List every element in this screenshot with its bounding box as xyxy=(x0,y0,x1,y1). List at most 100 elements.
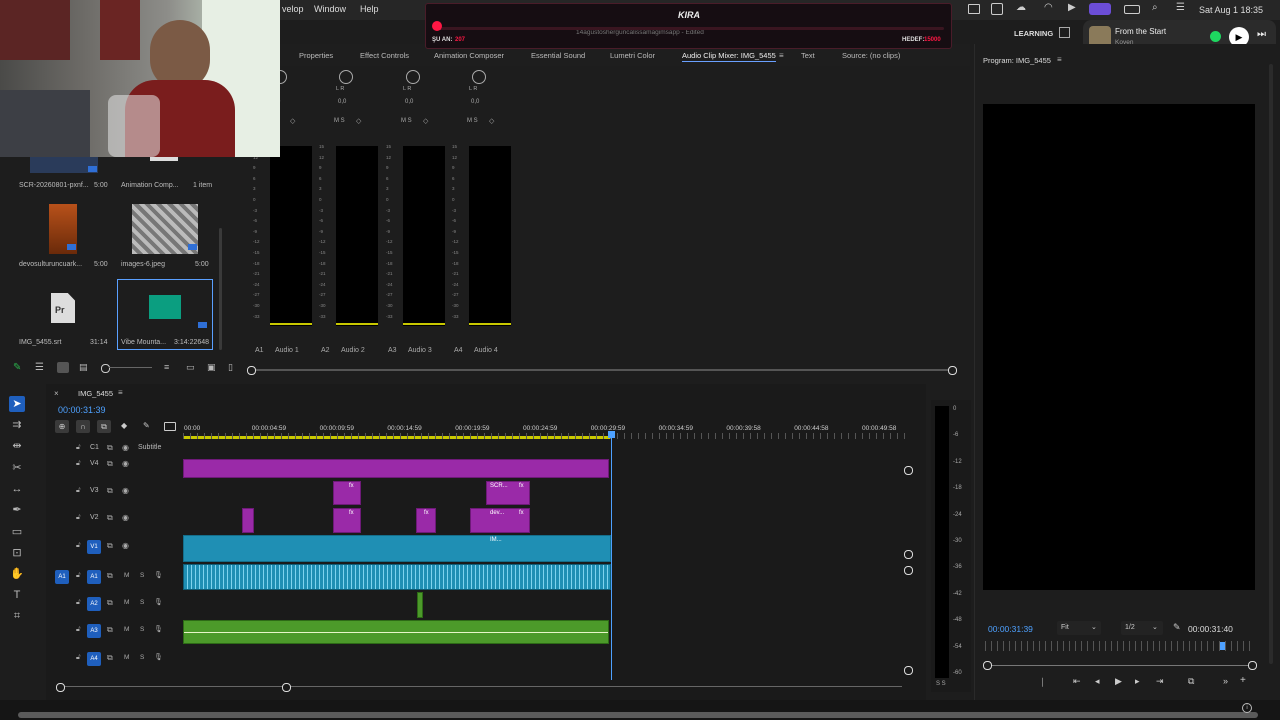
menu-develop[interactable]: velop xyxy=(282,4,304,14)
search-icon[interactable]: ⌕ xyxy=(1152,2,1158,13)
screen-icon[interactable] xyxy=(991,3,1003,15)
play-icon[interactable]: ▶ xyxy=(1115,676,1122,687)
liked-check-icon[interactable] xyxy=(1210,31,1221,42)
mark-in-icon[interactable]: ⎸ xyxy=(1042,677,1051,688)
mute-button[interactable]: M xyxy=(124,626,129,633)
hscroll-handle-left[interactable] xyxy=(56,683,65,692)
v1-clip-strip[interactable]: IM... xyxy=(183,535,611,562)
wrench-icon[interactable]: ✎ xyxy=(143,421,150,430)
zoom-handle-left[interactable] xyxy=(983,661,992,670)
vscroll-video-bottom[interactable] xyxy=(904,550,913,559)
track-target-v1[interactable]: V1 xyxy=(87,540,101,554)
tab-text[interactable]: Text xyxy=(801,51,815,60)
info-icon[interactable]: i xyxy=(1242,703,1252,713)
microphone-icon[interactable]: 🎙︎ xyxy=(154,625,163,633)
fit-dropdown[interactable]: Fit ⌄ xyxy=(1057,621,1101,635)
fader-track[interactable] xyxy=(257,146,267,326)
item-name[interactable]: Vibe Mounta... xyxy=(121,339,166,346)
lock-icon[interactable]: 🔓︎ xyxy=(76,599,81,607)
track-select-icon[interactable]: ⇉ xyxy=(9,417,25,433)
v2-clip-dev[interactable]: dev... fx xyxy=(470,508,530,533)
more-controls-icon[interactable]: » xyxy=(1223,676,1228,686)
add-button-icon[interactable]: + xyxy=(1240,675,1246,686)
insert-sequence-icon[interactable]: ⊕ xyxy=(55,420,69,433)
trash-icon[interactable]: ▯ xyxy=(228,362,233,373)
tab-lumetri-color[interactable]: Lumetri Color xyxy=(610,51,655,60)
v2-clip[interactable]: fx xyxy=(416,508,436,533)
eye-icon[interactable]: ◉ xyxy=(122,541,129,550)
snap-icon[interactable]: ∩ xyxy=(76,420,90,433)
mute-solo-buttons[interactable]: M S xyxy=(467,118,478,124)
solo-button[interactable]: S xyxy=(140,599,144,606)
type-tool-icon[interactable]: T xyxy=(9,587,25,603)
keyframe-icon[interactable]: ◇ xyxy=(423,117,428,125)
lock-icon[interactable]: 🔓︎ xyxy=(76,572,81,580)
pen-tool-icon[interactable]: ✒ xyxy=(9,502,25,518)
close-sequence-icon[interactable]: × xyxy=(54,389,59,398)
microphone-icon[interactable]: 🎙︎ xyxy=(154,653,163,661)
eye-icon[interactable]: ◉ xyxy=(122,443,129,452)
pan-value[interactable]: 0,0 xyxy=(338,99,346,105)
srt-file-icon[interactable]: Pr xyxy=(51,293,75,323)
eye-icon[interactable]: ◉ xyxy=(122,513,129,522)
lock-icon[interactable]: 🔓︎ xyxy=(76,487,81,495)
lock-icon[interactable]: 🔓︎ xyxy=(76,542,81,550)
battery-icon[interactable] xyxy=(1124,5,1140,14)
a1-audio-strip[interactable] xyxy=(183,564,611,590)
mute-solo-buttons[interactable]: M S xyxy=(334,118,345,124)
menu-window[interactable]: Window xyxy=(314,4,346,14)
sync-lock-icon[interactable]: ⧉ xyxy=(107,459,113,469)
fader-track[interactable] xyxy=(323,146,333,326)
v2-clip[interactable] xyxy=(242,508,254,533)
pan-knob-icon[interactable] xyxy=(339,70,353,84)
wifi-icon[interactable]: ◠ xyxy=(1044,2,1053,13)
play-circle-icon[interactable]: ▶ xyxy=(1068,2,1076,13)
selection-tool-icon[interactable]: ➤ xyxy=(9,396,25,412)
meter-solo-buttons[interactable]: S S xyxy=(936,681,946,687)
control-center-icon[interactable]: ☰ xyxy=(1176,2,1185,13)
eye-icon[interactable]: ◉ xyxy=(122,486,129,495)
zoom-handle-right[interactable] xyxy=(1248,661,1257,670)
razor-tool-icon[interactable]: ✂ xyxy=(9,460,25,476)
fader-track[interactable] xyxy=(390,146,400,326)
screen-share-icon[interactable] xyxy=(1089,3,1111,15)
ripple-edit-icon[interactable]: ⇹ xyxy=(9,438,25,454)
menu-help[interactable]: Help xyxy=(360,4,379,14)
program-zoom-bar[interactable] xyxy=(987,665,1253,666)
audio-waveform-thumb[interactable] xyxy=(149,295,181,319)
caption-tool-icon[interactable]: ⌗ xyxy=(9,608,25,624)
sync-lock-icon[interactable]: ⧉ xyxy=(107,486,113,496)
new-item-icon[interactable]: ▣ xyxy=(207,362,216,373)
v2-clip[interactable]: fx xyxy=(333,508,361,533)
sort-icon[interactable]: ≡ xyxy=(164,362,169,372)
keyframe-icon[interactable]: ◇ xyxy=(489,117,494,125)
mute-solo-buttons[interactable]: M S xyxy=(401,118,412,124)
menubar-clock[interactable]: Sat Aug 1 18:35 xyxy=(1199,5,1263,15)
captions-icon[interactable] xyxy=(164,422,176,431)
mixer-scrollbar[interactable] xyxy=(247,366,957,375)
workspace-icon[interactable] xyxy=(1059,27,1070,38)
zoom-slider[interactable] xyxy=(109,367,152,368)
item-name[interactable]: IMG_5455.srt xyxy=(19,339,61,346)
track-target-a3[interactable]: A3 xyxy=(87,624,101,638)
icon-view-icon[interactable] xyxy=(57,362,69,373)
sync-lock-icon[interactable]: ⧉ xyxy=(107,653,113,663)
tab-properties[interactable]: Properties xyxy=(299,51,333,60)
sequence-menu-icon[interactable]: ≡ xyxy=(118,388,123,397)
timeline-h-scrollbar[interactable] xyxy=(56,683,906,692)
v4-clip-strip[interactable] xyxy=(183,459,609,478)
vscroll-audio-bottom[interactable] xyxy=(904,666,913,675)
pan-value[interactable]: 0,0 xyxy=(405,99,413,105)
freeform-view-icon[interactable]: ▤ xyxy=(79,362,88,373)
lock-icon[interactable]: 🔓︎ xyxy=(76,444,81,452)
lock-icon[interactable]: 🔓︎ xyxy=(76,460,81,468)
go-to-in-icon[interactable]: ⇤ xyxy=(1073,676,1081,687)
sync-lock-icon[interactable]: ⧉ xyxy=(107,541,113,551)
program-scrollbar[interactable] xyxy=(1269,64,1273,664)
solo-button[interactable]: S xyxy=(140,654,144,661)
a3-music-strip[interactable] xyxy=(183,620,609,644)
lock-icon[interactable]: 🔓︎ xyxy=(76,514,81,522)
tab-menu-icon[interactable]: ≡ xyxy=(779,51,784,60)
source-patch-a1[interactable]: A1 xyxy=(55,570,69,584)
hand-tool-icon[interactable]: ✋ xyxy=(9,566,25,582)
